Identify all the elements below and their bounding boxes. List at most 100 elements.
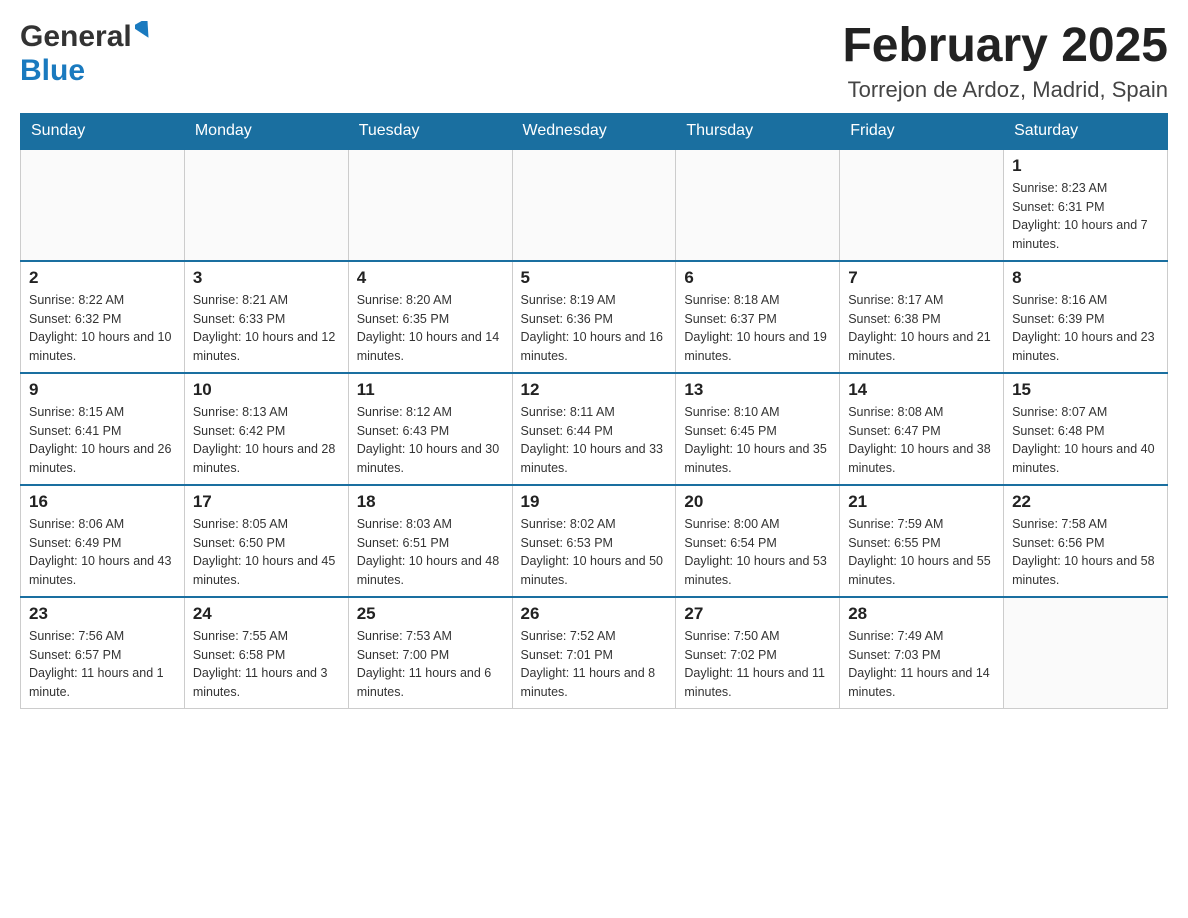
- day-number: 7: [848, 268, 995, 288]
- calendar-day: 14 Sunrise: 8:08 AMSunset: 6:47 PMDayligh…: [840, 373, 1004, 485]
- calendar-day: 1 Sunrise: 8:23 AMSunset: 6:31 PMDaylight…: [1004, 149, 1168, 261]
- day-number: 3: [193, 268, 340, 288]
- calendar-subtitle: Torrejon de Ardoz, Madrid, Spain: [842, 77, 1168, 103]
- day-number: 8: [1012, 268, 1159, 288]
- day-number: 18: [357, 492, 504, 512]
- calendar-week-row: 16 Sunrise: 8:06 AMSunset: 6:49 PMDayligh…: [21, 485, 1168, 597]
- day-info: Sunrise: 8:17 AMSunset: 6:38 PMDaylight:…: [848, 291, 995, 366]
- calendar-day: 3 Sunrise: 8:21 AMSunset: 6:33 PMDaylight…: [184, 261, 348, 373]
- calendar-day: 21 Sunrise: 7:59 AMSunset: 6:55 PMDayligh…: [840, 485, 1004, 597]
- calendar-day: 10Sunrise: 8:13 AMSunset: 6:42 PMDayligh…: [184, 373, 348, 485]
- header-thursday: Thursday: [676, 113, 840, 149]
- day-info: Sunrise: 8:19 AMSunset: 6:36 PMDaylight:…: [521, 291, 668, 366]
- day-info: Sunrise: 7:53 AMSunset: 7:00 PMDaylight:…: [357, 627, 504, 702]
- day-info: Sunrise: 7:52 AMSunset: 7:01 PMDaylight:…: [521, 627, 668, 702]
- calendar-day: 23 Sunrise: 7:56 AMSunset: 6:57 PMDayligh…: [21, 597, 185, 709]
- calendar-day: [1004, 597, 1168, 709]
- header-wednesday: Wednesday: [512, 113, 676, 149]
- title-section: February 2025 Torrejon de Ardoz, Madrid,…: [842, 20, 1168, 103]
- day-info: Sunrise: 7:50 AMSunset: 7:02 PMDaylight:…: [684, 627, 831, 702]
- day-number: 12: [521, 380, 668, 400]
- day-info: Sunrise: 8:15 AMSunset: 6:41 PMDaylight:…: [29, 403, 176, 478]
- calendar-day: 12 Sunrise: 8:11 AMSunset: 6:44 PMDayligh…: [512, 373, 676, 485]
- calendar-day: 9 Sunrise: 8:15 AMSunset: 6:41 PMDaylight…: [21, 373, 185, 485]
- day-number: 26: [521, 604, 668, 624]
- day-info: Sunrise: 8:20 AMSunset: 6:35 PMDaylight:…: [357, 291, 504, 366]
- day-info: Sunrise: 8:10 AMSunset: 6:45 PMDaylight:…: [684, 403, 831, 478]
- calendar-day: 19 Sunrise: 8:02 AMSunset: 6:53 PMDayligh…: [512, 485, 676, 597]
- day-info: Sunrise: 8:21 AMSunset: 6:33 PMDaylight:…: [193, 291, 340, 366]
- logo-triangle-icon: [135, 21, 153, 44]
- calendar-table: Sunday Monday Tuesday Wednesday Thursday…: [20, 113, 1168, 709]
- day-number: 27: [684, 604, 831, 624]
- day-info: Sunrise: 8:23 AMSunset: 6:31 PMDaylight:…: [1012, 179, 1159, 254]
- logo: General Blue: [20, 20, 153, 88]
- day-number: 17: [193, 492, 340, 512]
- calendar-day: 27 Sunrise: 7:50 AMSunset: 7:02 PMDayligh…: [676, 597, 840, 709]
- calendar-day: [21, 149, 185, 261]
- calendar-week-row: 2Sunrise: 8:22 AMSunset: 6:32 PMDaylight…: [21, 261, 1168, 373]
- day-number: 23: [29, 604, 176, 624]
- calendar-day: [348, 149, 512, 261]
- calendar-day: 5 Sunrise: 8:19 AMSunset: 6:36 PMDaylight…: [512, 261, 676, 373]
- calendar-header-row: Sunday Monday Tuesday Wednesday Thursday…: [21, 113, 1168, 149]
- day-info: Sunrise: 8:00 AMSunset: 6:54 PMDaylight:…: [684, 515, 831, 590]
- calendar-day: 13Sunrise: 8:10 AMSunset: 6:45 PMDayligh…: [676, 373, 840, 485]
- calendar-day: 2Sunrise: 8:22 AMSunset: 6:32 PMDaylight…: [21, 261, 185, 373]
- calendar-day: 20 Sunrise: 8:00 AMSunset: 6:54 PMDayligh…: [676, 485, 840, 597]
- calendar-day: 22Sunrise: 7:58 AMSunset: 6:56 PMDayligh…: [1004, 485, 1168, 597]
- day-number: 22: [1012, 492, 1159, 512]
- day-info: Sunrise: 7:59 AMSunset: 6:55 PMDaylight:…: [848, 515, 995, 590]
- calendar-day: 8 Sunrise: 8:16 AMSunset: 6:39 PMDaylight…: [1004, 261, 1168, 373]
- day-number: 15: [1012, 380, 1159, 400]
- calendar-title: February 2025: [842, 20, 1168, 73]
- calendar-week-row: 23 Sunrise: 7:56 AMSunset: 6:57 PMDayligh…: [21, 597, 1168, 709]
- day-info: Sunrise: 8:18 AMSunset: 6:37 PMDaylight:…: [684, 291, 831, 366]
- calendar-day: [512, 149, 676, 261]
- day-info: Sunrise: 8:08 AMSunset: 6:47 PMDaylight:…: [848, 403, 995, 478]
- day-number: 5: [521, 268, 668, 288]
- day-info: Sunrise: 7:56 AMSunset: 6:57 PMDaylight:…: [29, 627, 176, 702]
- calendar-day: 4 Sunrise: 8:20 AMSunset: 6:35 PMDaylight…: [348, 261, 512, 373]
- day-info: Sunrise: 8:16 AMSunset: 6:39 PMDaylight:…: [1012, 291, 1159, 366]
- day-info: Sunrise: 8:11 AMSunset: 6:44 PMDaylight:…: [521, 403, 668, 478]
- day-number: 28: [848, 604, 995, 624]
- calendar-day: 16 Sunrise: 8:06 AMSunset: 6:49 PMDayligh…: [21, 485, 185, 597]
- calendar-day: [840, 149, 1004, 261]
- day-info: Sunrise: 8:12 AMSunset: 6:43 PMDaylight:…: [357, 403, 504, 478]
- day-info: Sunrise: 8:03 AMSunset: 6:51 PMDaylight:…: [357, 515, 504, 590]
- day-number: 25: [357, 604, 504, 624]
- day-info: Sunrise: 8:07 AMSunset: 6:48 PMDaylight:…: [1012, 403, 1159, 478]
- day-info: Sunrise: 8:13 AMSunset: 6:42 PMDaylight:…: [193, 403, 340, 478]
- day-number: 20: [684, 492, 831, 512]
- day-number: 14: [848, 380, 995, 400]
- day-number: 19: [521, 492, 668, 512]
- day-number: 9: [29, 380, 176, 400]
- calendar-day: 25 Sunrise: 7:53 AMSunset: 7:00 PMDayligh…: [348, 597, 512, 709]
- calendar-day: 6Sunrise: 8:18 AMSunset: 6:37 PMDaylight…: [676, 261, 840, 373]
- day-info: Sunrise: 8:02 AMSunset: 6:53 PMDaylight:…: [521, 515, 668, 590]
- calendar-day: [676, 149, 840, 261]
- day-number: 16: [29, 492, 176, 512]
- day-info: Sunrise: 8:06 AMSunset: 6:49 PMDaylight:…: [29, 515, 176, 590]
- calendar-day: 18 Sunrise: 8:03 AMSunset: 6:51 PMDayligh…: [348, 485, 512, 597]
- calendar-day: 11 Sunrise: 8:12 AMSunset: 6:43 PMDayligh…: [348, 373, 512, 485]
- day-number: 11: [357, 380, 504, 400]
- calendar-day: 26 Sunrise: 7:52 AMSunset: 7:01 PMDayligh…: [512, 597, 676, 709]
- calendar-day: 24 Sunrise: 7:55 AMSunset: 6:58 PMDayligh…: [184, 597, 348, 709]
- day-info: Sunrise: 8:22 AMSunset: 6:32 PMDaylight:…: [29, 291, 176, 366]
- day-number: 21: [848, 492, 995, 512]
- day-info: Sunrise: 7:49 AMSunset: 7:03 PMDaylight:…: [848, 627, 995, 702]
- calendar-week-row: 1 Sunrise: 8:23 AMSunset: 6:31 PMDaylight…: [21, 149, 1168, 261]
- calendar-day: 15 Sunrise: 8:07 AMSunset: 6:48 PMDayligh…: [1004, 373, 1168, 485]
- header-monday: Monday: [184, 113, 348, 149]
- day-number: 4: [357, 268, 504, 288]
- day-number: 1: [1012, 156, 1159, 176]
- header-sunday: Sunday: [21, 113, 185, 149]
- day-info: Sunrise: 7:55 AMSunset: 6:58 PMDaylight:…: [193, 627, 340, 702]
- calendar-day: 28 Sunrise: 7:49 AMSunset: 7:03 PMDayligh…: [840, 597, 1004, 709]
- day-number: 24: [193, 604, 340, 624]
- logo-blue-text: Blue: [20, 54, 85, 87]
- calendar-week-row: 9 Sunrise: 8:15 AMSunset: 6:41 PMDaylight…: [21, 373, 1168, 485]
- header-saturday: Saturday: [1004, 113, 1168, 149]
